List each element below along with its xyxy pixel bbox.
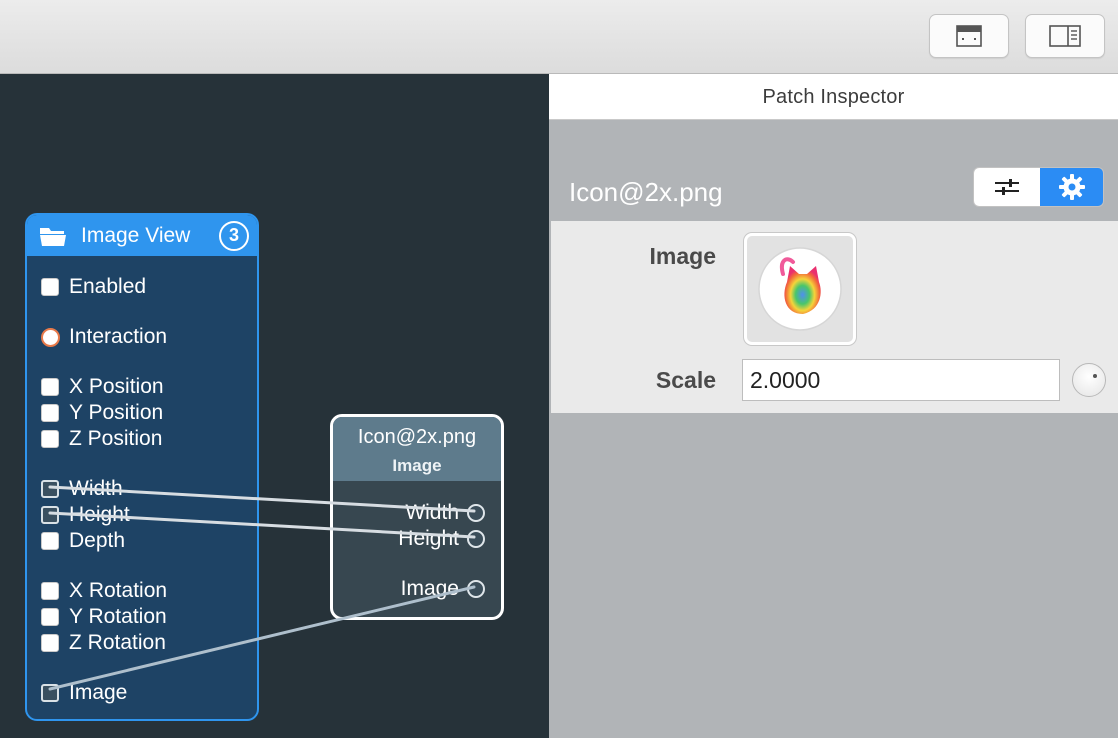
sliders-segment[interactable] <box>974 168 1040 206</box>
port-label: Y Rotation <box>69 605 167 628</box>
output-label: Image <box>400 577 459 600</box>
image-thumbnail-icon <box>758 247 842 331</box>
port-label: Y Position <box>69 401 164 424</box>
patch-inspector: Patch Inspector Icon@2x.png Image Scale … <box>549 74 1118 738</box>
port-image[interactable]: Image <box>41 681 127 705</box>
port-interaction[interactable]: Interaction <box>41 325 167 349</box>
port-z-position[interactable]: Z Position <box>41 427 162 451</box>
scale-property-label: Scale <box>655 367 716 393</box>
image-view-title: Image View <box>81 223 191 247</box>
scale-input[interactable]: 2.0000 <box>742 359 1060 401</box>
output-width[interactable]: Width <box>405 501 485 525</box>
image-patch-header[interactable]: Icon@2x.png Image <box>333 417 501 481</box>
port-checkbox[interactable] <box>41 278 59 296</box>
gear-icon <box>1058 174 1085 200</box>
port-depth[interactable]: Depth <box>41 529 125 553</box>
port-checkbox[interactable] <box>41 582 59 600</box>
port-checkbox[interactable] <box>41 378 59 396</box>
port-x-rotation[interactable]: X Rotation <box>41 579 167 603</box>
port-checkbox[interactable] <box>41 480 59 498</box>
port-label: Z Rotation <box>69 631 166 654</box>
gear-segment[interactable] <box>1040 168 1103 206</box>
inspector-properties: Image Scale 2.0000 <box>551 221 1118 413</box>
window-layout-button[interactable] <box>929 14 1009 58</box>
window-layout-icon <box>956 25 982 47</box>
image-view-patch[interactable]: Image View 3 Enabled Interaction X Posit… <box>25 213 259 721</box>
toggle-inspector-button[interactable] <box>1025 14 1105 58</box>
port-checkbox[interactable] <box>41 404 59 422</box>
image-patch[interactable]: Icon@2x.png Image Width Height Image <box>330 414 504 620</box>
port-label: Image <box>69 681 128 704</box>
port-y-rotation[interactable]: Y Rotation <box>41 605 167 629</box>
image-property-label: Image <box>649 243 716 269</box>
port-y-position[interactable]: Y Position <box>41 401 163 425</box>
port-label: Enabled <box>69 275 147 298</box>
output-image[interactable]: Image <box>401 577 485 601</box>
image-patch-title: Icon@2x.png <box>357 426 477 448</box>
patch-canvas[interactable]: Image View 3 Enabled Interaction X Posit… <box>0 74 549 738</box>
port-checkbox[interactable] <box>41 506 59 524</box>
port-checkbox[interactable] <box>41 430 59 448</box>
knob-indicator <box>1093 374 1097 378</box>
image-patch-subtitle: Image <box>392 456 442 475</box>
port-width[interactable]: Width <box>41 477 123 501</box>
sidebar-right-icon <box>1049 25 1081 47</box>
inspector-file-name: Icon@2x.png <box>569 177 723 207</box>
port-label: Interaction <box>69 325 168 348</box>
toolbar <box>0 0 1118 74</box>
image-view-patch-header[interactable]: Image View 3 <box>27 215 257 256</box>
port-checkbox[interactable] <box>41 684 59 702</box>
port-enabled[interactable]: Enabled <box>41 275 146 299</box>
port-z-rotation[interactable]: Z Rotation <box>41 631 166 655</box>
output-port-dot[interactable] <box>467 530 485 548</box>
output-label: Height <box>398 527 459 550</box>
port-label: Height <box>69 503 130 526</box>
layer-count-badge: 3 <box>219 220 249 251</box>
inspector-title: Patch Inspector <box>549 74 1118 120</box>
port-label: Width <box>69 477 123 500</box>
port-label: X Position <box>69 375 164 398</box>
output-port-dot[interactable] <box>467 504 485 522</box>
sliders-icon <box>995 179 1019 195</box>
port-x-position[interactable]: X Position <box>41 375 164 399</box>
port-label: Depth <box>69 529 126 552</box>
port-label: X Rotation <box>69 579 168 602</box>
scale-knob[interactable] <box>1072 363 1106 397</box>
output-port-dot[interactable] <box>467 580 485 598</box>
output-height[interactable]: Height <box>398 527 485 551</box>
port-checkbox[interactable] <box>41 532 59 550</box>
port-height[interactable]: Height <box>41 503 130 527</box>
folder-icon <box>40 227 66 246</box>
inspector-mode-segmented-control[interactable] <box>973 167 1104 207</box>
image-well[interactable] <box>744 233 856 345</box>
port-label: Z Position <box>69 427 163 450</box>
interaction-port-icon[interactable] <box>41 327 60 347</box>
port-checkbox[interactable] <box>41 608 59 626</box>
port-checkbox[interactable] <box>41 634 59 652</box>
output-label: Width <box>405 501 459 524</box>
